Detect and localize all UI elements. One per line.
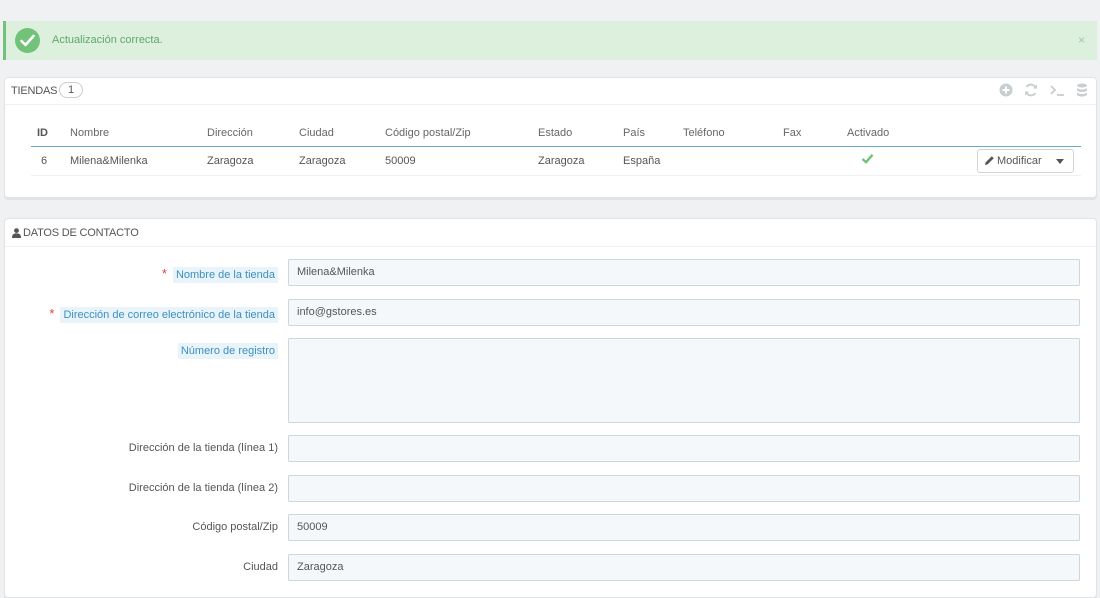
col-state[interactable]: Estado <box>538 127 572 139</box>
stores-panel: TIENDAS 1 ID Nombre Dirección Ciudad Cód… <box>4 77 1097 198</box>
col-zip[interactable]: Código postal/Zip <box>385 127 471 139</box>
col-phone[interactable]: Teléfono <box>683 127 725 139</box>
refresh-icon[interactable] <box>1023 82 1039 98</box>
registration-number-textarea[interactable] <box>288 338 1080 423</box>
success-alert: Actualización correcta. × <box>3 21 1097 60</box>
terminal-icon[interactable] <box>1049 82 1065 98</box>
col-city[interactable]: Ciudad <box>299 127 334 139</box>
col-country[interactable]: País <box>623 127 645 139</box>
caret-down-icon[interactable] <box>1056 159 1064 164</box>
col-name[interactable]: Nombre <box>70 127 109 139</box>
address-line1-label: Dirección de la tienda (línea 1) <box>128 442 278 454</box>
stores-panel-header: TIENDAS 1 <box>5 78 1096 105</box>
cell-address: Zaragoza <box>207 155 254 167</box>
database-icon[interactable] <box>1074 82 1090 98</box>
stores-count-badge: 1 <box>59 82 83 98</box>
contact-panel-header: DATOS DE CONTACTO <box>5 219 1096 247</box>
col-id[interactable]: ID <box>37 127 48 139</box>
cell-city: Zaragoza <box>299 155 346 167</box>
registration-number-label: Número de registro <box>177 343 278 359</box>
col-fax[interactable]: Fax <box>783 127 801 139</box>
col-active[interactable]: Activado <box>847 127 889 139</box>
add-icon[interactable] <box>998 82 1014 98</box>
address-line1-input[interactable] <box>288 435 1080 462</box>
cell-country: España <box>623 155 661 167</box>
address-line2-label: Dirección de la tienda (línea 2) <box>128 482 278 494</box>
cell-zip: 50009 <box>385 155 416 167</box>
user-icon <box>12 227 21 241</box>
required-marker: * <box>161 266 167 281</box>
store-name-label: * Nombre de la tienda <box>161 266 278 283</box>
modify-label: Modificar <box>997 155 1042 167</box>
address-line2-input[interactable] <box>288 475 1080 502</box>
stores-panel-title: TIENDAS <box>11 85 58 97</box>
contact-panel-title: DATOS DE CONTACTO <box>23 227 139 239</box>
panel-toolbar <box>992 82 1090 101</box>
modify-button[interactable]: Modificar <box>977 149 1074 173</box>
cell-name: Milena&Milenka <box>70 155 148 167</box>
alert-message: Actualización correcta. <box>52 34 163 46</box>
cell-id: 6 <box>41 155 48 167</box>
zip-label: Código postal/Zip <box>192 521 278 533</box>
pencil-icon <box>984 155 995 169</box>
store-email-input[interactable]: info@gstores.es <box>288 299 1080 326</box>
city-label: Ciudad <box>243 561 278 573</box>
store-email-label: * Dirección de correo electrónico de la t… <box>49 306 278 323</box>
table-header: ID Nombre Dirección Ciudad Código postal… <box>31 120 1081 147</box>
table-row[interactable]: 6 Milena&Milenka Zaragoza Zaragoza 50009… <box>31 147 1081 176</box>
store-name-input[interactable]: Milena&Milenka <box>288 259 1080 286</box>
required-marker: * <box>49 306 55 321</box>
contact-panel: DATOS DE CONTACTO * Nombre de la tienda M… <box>4 218 1097 598</box>
stores-table: ID Nombre Dirección Ciudad Código postal… <box>31 120 1081 176</box>
close-icon[interactable]: × <box>1078 33 1085 47</box>
col-address[interactable]: Dirección <box>207 127 253 139</box>
check-circle-icon <box>15 28 40 53</box>
cell-state: Zaragoza <box>538 155 585 167</box>
checkmark-icon[interactable] <box>861 153 874 167</box>
city-input[interactable]: Zaragoza <box>288 554 1080 581</box>
zip-input[interactable]: 50009 <box>288 514 1080 541</box>
